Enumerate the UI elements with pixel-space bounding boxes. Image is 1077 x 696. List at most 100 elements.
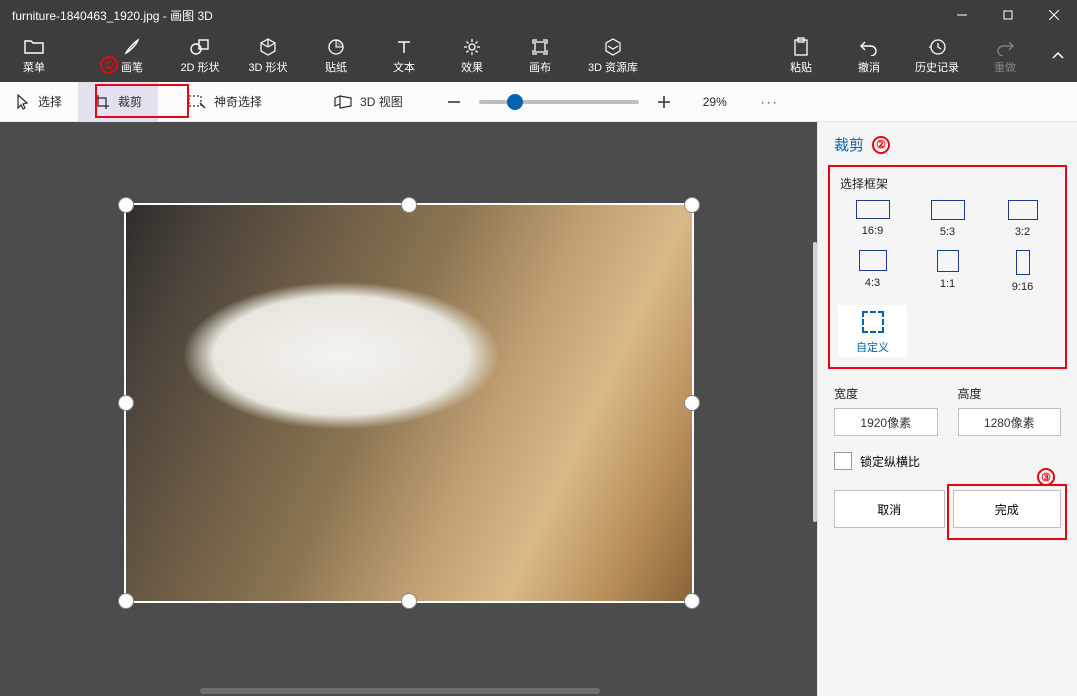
ribbon-text[interactable]: 文本: [370, 30, 438, 82]
effects-icon: [462, 37, 482, 57]
ribbon-stickers[interactable]: 贴纸: [302, 30, 370, 82]
redo-icon: [995, 37, 1015, 57]
aspect-label: 3:2: [1015, 226, 1030, 238]
maximize-button[interactable]: [985, 0, 1031, 30]
ribbon-label: 文本: [393, 59, 415, 75]
ribbon-undo[interactable]: 撤消: [835, 30, 903, 82]
tool-select[interactable]: 选择: [0, 82, 78, 122]
aspect-1-1[interactable]: 1:1: [913, 250, 982, 293]
annotation-badge-2: ②: [872, 136, 890, 154]
ribbon-label: 撤消: [858, 59, 880, 75]
tool-crop[interactable]: 裁剪: [78, 82, 158, 122]
panel-title: 裁剪: [834, 134, 864, 155]
crop-icon: [94, 94, 110, 110]
ribbon-history[interactable]: 历史记录: [903, 30, 971, 82]
titlebar: furniture-1840463_1920.jpg - 画图 3D: [0, 0, 1077, 30]
ribbon-label: 重做: [994, 59, 1016, 75]
crop-frame[interactable]: [124, 203, 694, 603]
height-input[interactable]: 1280像素: [958, 408, 1062, 436]
brush-icon: [122, 37, 142, 57]
ribbon-3d-library[interactable]: 3D 资源库: [574, 30, 652, 82]
crop-handle-br[interactable]: [684, 593, 700, 609]
done-label: 完成: [995, 501, 1019, 518]
zoom-slider[interactable]: [479, 100, 639, 104]
window-title: furniture-1840463_1920.jpg - 画图 3D: [12, 7, 939, 24]
tool-label: 神奇选择: [214, 93, 262, 110]
crop-handle-mr[interactable]: [684, 395, 700, 411]
frame-section: 选择框架 16:9 5:3 3:2 4:3 1:1 9:16 自定义: [828, 165, 1067, 369]
zoom-in-button[interactable]: [649, 82, 679, 122]
width-input[interactable]: 1920像素: [834, 408, 938, 436]
ribbon-label: 3D 形状: [248, 59, 287, 75]
ribbon-label: 画笔: [121, 59, 143, 75]
aspect-icon: [931, 200, 965, 220]
aspect-icon: [856, 200, 890, 219]
canvas-icon: [530, 37, 550, 57]
aspect-custom[interactable]: 自定义: [838, 305, 907, 357]
height-value: 1280像素: [984, 414, 1035, 431]
aspect-5-3[interactable]: 5:3: [913, 200, 982, 238]
close-button[interactable]: [1031, 0, 1077, 30]
zoom-percent[interactable]: 29%: [689, 95, 741, 109]
history-icon: [927, 37, 947, 57]
crop-handle-ml[interactable]: [118, 395, 134, 411]
view3d-icon: [334, 95, 352, 109]
aspect-label: 4:3: [865, 277, 880, 289]
folder-icon: [23, 37, 45, 57]
expand-ribbon-button[interactable]: [1039, 49, 1077, 63]
crop-handle-bm[interactable]: [401, 593, 417, 609]
ribbon-label: 3D 资源库: [588, 59, 638, 75]
crop-handle-tr[interactable]: [684, 197, 700, 213]
crop-handle-tm[interactable]: [401, 197, 417, 213]
ribbon-redo: 重做: [971, 30, 1039, 82]
ribbon-3d-shapes[interactable]: 3D 形状: [234, 30, 302, 82]
lock-ratio-checkbox[interactable]: [834, 452, 852, 470]
canvas-area[interactable]: [0, 122, 817, 696]
aspect-9-16[interactable]: 9:16: [988, 250, 1057, 293]
minus-icon: [447, 95, 461, 109]
pointer-icon: [16, 94, 30, 110]
tool-label: 选择: [38, 93, 62, 110]
magic-select-icon: [188, 95, 206, 109]
done-button[interactable]: 完成: [953, 490, 1062, 528]
cancel-button[interactable]: 取消: [834, 490, 945, 528]
ribbon-label: 贴纸: [325, 59, 347, 75]
crop-handle-tl[interactable]: [118, 197, 134, 213]
ribbon-label: 效果: [461, 59, 483, 75]
aspect-4-3[interactable]: 4:3: [838, 250, 907, 293]
crop-panel: 裁剪 ② 选择框架 16:9 5:3 3:2 4:3 1:1 9:16 自定义 …: [817, 122, 1077, 696]
library-icon: [602, 37, 624, 57]
ribbon-menu[interactable]: 菜单: [0, 30, 68, 82]
height-label: 高度: [958, 385, 1062, 402]
horizontal-scrollbar[interactable]: [200, 688, 600, 694]
tool-label: 3D 视图: [360, 93, 403, 110]
aspect-label: 自定义: [856, 339, 889, 355]
ribbon-label: 2D 形状: [180, 59, 219, 75]
workspace: 裁剪 ② 选择框架 16:9 5:3 3:2 4:3 1:1 9:16 自定义 …: [0, 122, 1077, 696]
ribbon-label: 粘贴: [790, 59, 812, 75]
zoom-slider-thumb[interactable]: [507, 94, 523, 110]
toolbar-more-button[interactable]: ···: [751, 95, 789, 109]
width-value: 1920像素: [860, 414, 911, 431]
tool-label: 裁剪: [118, 93, 142, 110]
aspect-label: 16:9: [862, 225, 883, 237]
ribbon: 菜单 ① 画笔 2D 形状 3D 形状 贴纸 文本 效果 画布 3D 资源库 粘…: [0, 30, 1077, 82]
ribbon-2d-shapes[interactable]: 2D 形状: [166, 30, 234, 82]
toolbar: 选择 裁剪 神奇选择 3D 视图 29% ···: [0, 82, 1077, 122]
aspect-icon: [862, 311, 884, 333]
tool-magic-select[interactable]: 神奇选择: [172, 82, 278, 122]
ribbon-canvas[interactable]: 画布: [506, 30, 574, 82]
aspect-3-2[interactable]: 3:2: [988, 200, 1057, 238]
tool-3d-view[interactable]: 3D 视图: [318, 82, 419, 122]
crop-handle-bl[interactable]: [118, 593, 134, 609]
undo-icon: [859, 37, 879, 57]
ribbon-paste[interactable]: 粘贴: [767, 30, 835, 82]
aspect-icon: [1008, 200, 1038, 220]
zoom-out-button[interactable]: [439, 82, 469, 122]
minimize-button[interactable]: [939, 0, 985, 30]
ribbon-effects[interactable]: 效果: [438, 30, 506, 82]
frame-section-label: 选择框架: [838, 173, 1057, 200]
aspect-label: 1:1: [940, 278, 955, 290]
aspect-label: 9:16: [1012, 281, 1033, 293]
aspect-16-9[interactable]: 16:9: [838, 200, 907, 238]
